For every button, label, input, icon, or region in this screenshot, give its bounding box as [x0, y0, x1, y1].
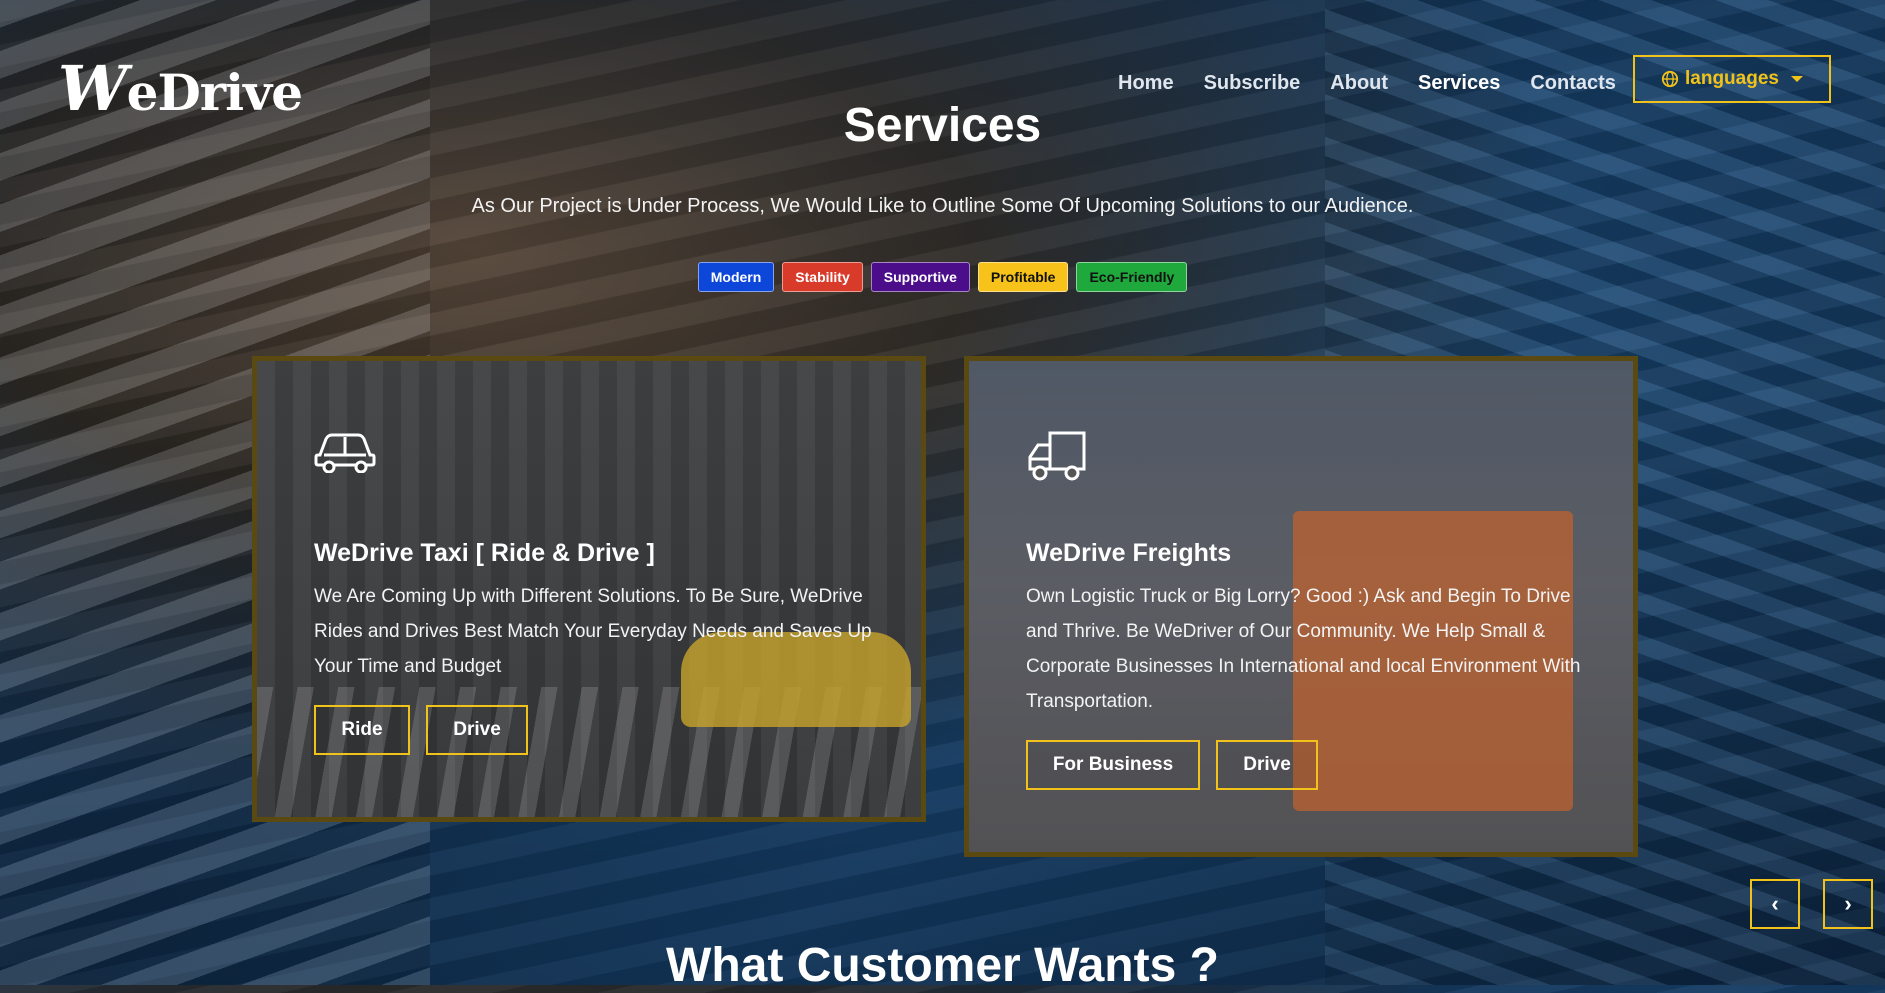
- service-card-freights: WeDrive Freights Own Logistic Truck or B…: [964, 356, 1638, 857]
- languages-label: languages: [1685, 68, 1779, 89]
- truck-icon: [1028, 431, 1086, 481]
- for-business-button[interactable]: For Business: [1026, 740, 1200, 790]
- caret-down-icon: [1790, 76, 1803, 82]
- nav-about[interactable]: About: [1330, 72, 1388, 95]
- service-badges: Modern Stability Supportive Profitable E…: [0, 262, 1885, 292]
- nav-home[interactable]: Home: [1118, 72, 1174, 95]
- chevron-left-icon: ‹: [1771, 891, 1779, 916]
- service-card-taxi: WeDrive Taxi [ Ride & Drive ] We Are Com…: [252, 356, 926, 822]
- ride-button[interactable]: Ride: [314, 705, 410, 755]
- card-title: WeDrive Taxi [ Ride & Drive ]: [314, 539, 655, 567]
- badge-profitable: Profitable: [977, 262, 1069, 292]
- services-intro: As Our Project is Under Process, We Woul…: [471, 195, 1414, 217]
- nav-contacts[interactable]: Contacts: [1530, 72, 1616, 95]
- nav-subscribe[interactable]: Subscribe: [1204, 72, 1301, 95]
- globe-icon: [1661, 70, 1679, 88]
- languages-dropdown-button[interactable]: languages: [1633, 55, 1831, 103]
- card-description: We Are Coming Up with Different Solution…: [314, 586, 872, 677]
- badge-eco-friendly: Eco-Friendly: [1076, 262, 1188, 292]
- card-title: WeDrive Freights: [1026, 539, 1232, 567]
- badge-modern: Modern: [697, 262, 775, 292]
- services-title: Services: [843, 99, 1042, 152]
- card-description: Own Logistic Truck or Big Lorry? Good :)…: [1026, 586, 1581, 712]
- chevron-right-icon: ›: [1844, 891, 1852, 916]
- badge-stability: Stability: [782, 262, 863, 292]
- main-nav: Home Subscribe About Services Contacts: [1118, 72, 1616, 95]
- drive-button[interactable]: Drive: [426, 705, 528, 755]
- drive-button[interactable]: Drive: [1216, 740, 1318, 790]
- nav-services[interactable]: Services: [1418, 72, 1500, 95]
- badge-supportive: Supportive: [870, 262, 970, 292]
- carousel-next-button[interactable]: ›: [1823, 879, 1873, 929]
- car-icon: [314, 433, 376, 473]
- carousel-prev-button[interactable]: ‹: [1750, 879, 1800, 929]
